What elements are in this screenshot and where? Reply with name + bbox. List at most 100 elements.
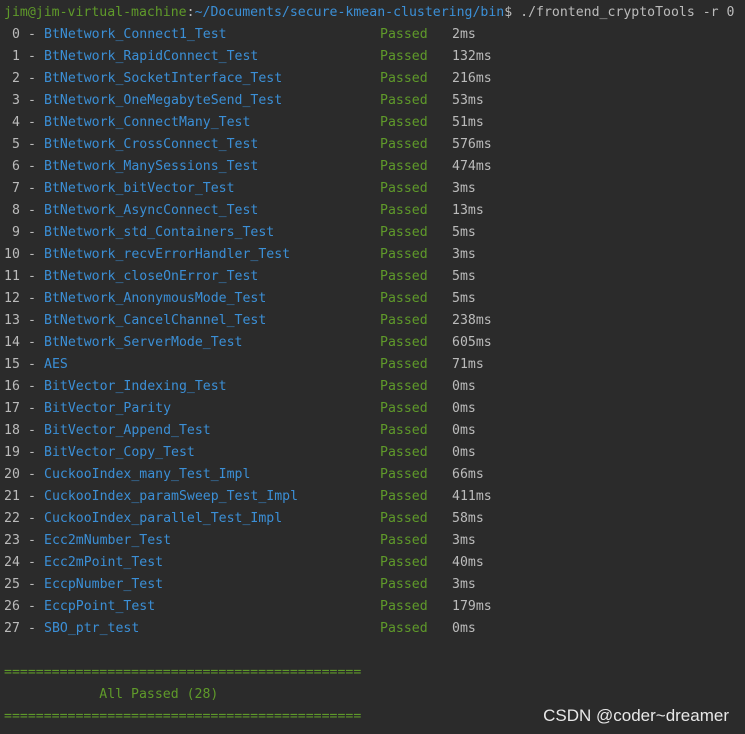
test-dash: - bbox=[28, 621, 36, 636]
test-dash: - bbox=[28, 27, 36, 42]
test-index: 18 bbox=[4, 423, 20, 438]
test-time: 0ms bbox=[452, 401, 476, 416]
test-result-row: 27- SBO_ptr_test Passed 0ms bbox=[4, 618, 745, 640]
test-dash: - bbox=[28, 115, 36, 130]
command-prompt-line: jim@jim-virtual-machine:~/Documents/secu… bbox=[4, 2, 745, 24]
test-index: 10 bbox=[4, 247, 20, 262]
test-time: 576ms bbox=[452, 137, 492, 152]
test-result-row: 3- BtNetwork_OneMegabyteSend_Test Passed 53… bbox=[4, 90, 745, 112]
test-dash: - bbox=[28, 577, 36, 592]
test-dash: - bbox=[28, 313, 36, 328]
test-dash: - bbox=[28, 137, 36, 152]
test-index: 12 bbox=[4, 291, 20, 306]
test-dash: - bbox=[28, 335, 36, 350]
test-dash: - bbox=[28, 599, 36, 614]
test-name: BtNetwork_bitVector_Test bbox=[44, 181, 235, 196]
test-result-row: 8- BtNetwork_AsyncConnect_Test Passed 13ms bbox=[4, 200, 745, 222]
test-status: Passed bbox=[380, 335, 428, 350]
test-dash: - bbox=[28, 467, 36, 482]
test-name: BitVector_Parity bbox=[44, 401, 172, 416]
test-name: BtNetwork_CrossConnect_Test bbox=[44, 137, 259, 152]
test-result-row: 10- BtNetwork_recvErrorHandler_Test Passed… bbox=[4, 244, 745, 266]
test-result-row: 4- BtNetwork_ConnectMany_Test Passed 51ms bbox=[4, 112, 745, 134]
separator-top: ========================================… bbox=[4, 665, 362, 680]
test-time: 132ms bbox=[452, 49, 492, 64]
test-index: 9 bbox=[4, 225, 20, 240]
test-time: 13ms bbox=[452, 203, 484, 218]
test-status: Passed bbox=[380, 511, 428, 526]
test-result-row: 24- Ecc2mPoint_Test Passed 40ms bbox=[4, 552, 745, 574]
test-dash: - bbox=[28, 511, 36, 526]
test-name: BtNetwork_closeOnError_Test bbox=[44, 269, 259, 284]
test-name: EccpNumber_Test bbox=[44, 577, 164, 592]
test-name: BtNetwork_OneMegabyteSend_Test bbox=[44, 93, 283, 108]
test-dash: - bbox=[28, 181, 36, 196]
test-result-row: 18- BitVector_Append_Test Passed 0ms bbox=[4, 420, 745, 442]
test-index: 8 bbox=[4, 203, 20, 218]
test-name: BtNetwork_recvErrorHandler_Test bbox=[44, 247, 291, 262]
test-result-row: 17- BitVector_Parity Passed 0ms bbox=[4, 398, 745, 420]
test-result-row: 26- EccpPoint_Test Passed 179ms bbox=[4, 596, 745, 618]
test-dash: - bbox=[28, 93, 36, 108]
test-dash: - bbox=[28, 49, 36, 64]
test-result-row: 6- BtNetwork_ManySessions_Test Passed 474ms bbox=[4, 156, 745, 178]
test-index: 13 bbox=[4, 313, 20, 328]
test-results-list: 0- BtNetwork_Connect1_Test Passed 2ms 1- BtN… bbox=[4, 24, 745, 640]
test-index: 21 bbox=[4, 489, 20, 504]
test-time: 3ms bbox=[452, 577, 476, 592]
test-result-row: 2- BtNetwork_SocketInterface_Test Passed 21… bbox=[4, 68, 745, 90]
test-status: Passed bbox=[380, 269, 428, 284]
test-status: Passed bbox=[380, 489, 428, 504]
test-time: 58ms bbox=[452, 511, 484, 526]
test-name: CuckooIndex_many_Test_Impl bbox=[44, 467, 251, 482]
test-result-row: 15- AES Passed 71ms bbox=[4, 354, 745, 376]
test-dash: - bbox=[28, 533, 36, 548]
prompt-user-host: jim@jim-virtual-machine bbox=[4, 5, 187, 20]
test-result-row: 14- BtNetwork_ServerMode_Test Passed 605ms bbox=[4, 332, 745, 354]
test-time: 0ms bbox=[452, 621, 476, 636]
test-dash: - bbox=[28, 423, 36, 438]
test-index: 0 bbox=[4, 27, 20, 42]
test-name: SBO_ptr_test bbox=[44, 621, 140, 636]
test-name: BtNetwork_ServerMode_Test bbox=[44, 335, 243, 350]
test-result-row: 25- EccpNumber_Test Passed 3ms bbox=[4, 574, 745, 596]
test-dash: - bbox=[28, 71, 36, 86]
test-dash: - bbox=[28, 269, 36, 284]
summary-text: All Passed (28) bbox=[4, 687, 219, 702]
test-name: Ecc2mPoint_Test bbox=[44, 555, 164, 570]
test-dash: - bbox=[28, 555, 36, 570]
test-time: 3ms bbox=[452, 533, 476, 548]
test-index: 14 bbox=[4, 335, 20, 350]
test-name: CuckooIndex_paramSweep_Test_Impl bbox=[44, 489, 299, 504]
test-status: Passed bbox=[380, 203, 428, 218]
test-name: BitVector_Copy_Test bbox=[44, 445, 195, 460]
test-status: Passed bbox=[380, 599, 428, 614]
test-time: 66ms bbox=[452, 467, 484, 482]
test-dash: - bbox=[28, 379, 36, 394]
test-name: BtNetwork_std_Containers_Test bbox=[44, 225, 275, 240]
test-name: Ecc2mNumber_Test bbox=[44, 533, 172, 548]
test-status: Passed bbox=[380, 159, 428, 174]
terminal-output[interactable]: jim@jim-virtual-machine:~/Documents/secu… bbox=[4, 2, 745, 728]
test-name: BtNetwork_Connect1_Test bbox=[44, 27, 227, 42]
test-index: 3 bbox=[4, 93, 20, 108]
test-index: 22 bbox=[4, 511, 20, 526]
test-name: BitVector_Append_Test bbox=[44, 423, 211, 438]
test-status: Passed bbox=[380, 291, 428, 306]
test-name: EccpPoint_Test bbox=[44, 599, 156, 614]
test-status: Passed bbox=[380, 137, 428, 152]
test-status: Passed bbox=[380, 533, 428, 548]
command-text: ./frontend_cryptoTools -r 0 bbox=[512, 5, 735, 20]
test-index: 24 bbox=[4, 555, 20, 570]
test-time: 216ms bbox=[452, 71, 492, 86]
test-time: 5ms bbox=[452, 291, 476, 306]
test-status: Passed bbox=[380, 401, 428, 416]
test-time: 3ms bbox=[452, 181, 476, 196]
test-name: BtNetwork_CancelChannel_Test bbox=[44, 313, 267, 328]
test-status: Passed bbox=[380, 577, 428, 592]
test-status: Passed bbox=[380, 555, 428, 570]
test-status: Passed bbox=[380, 181, 428, 196]
test-time: 2ms bbox=[452, 27, 476, 42]
test-name: CuckooIndex_parallel_Test_Impl bbox=[44, 511, 283, 526]
prompt-path: ~/Documents/secure-kmean-clustering/bin bbox=[194, 5, 505, 20]
